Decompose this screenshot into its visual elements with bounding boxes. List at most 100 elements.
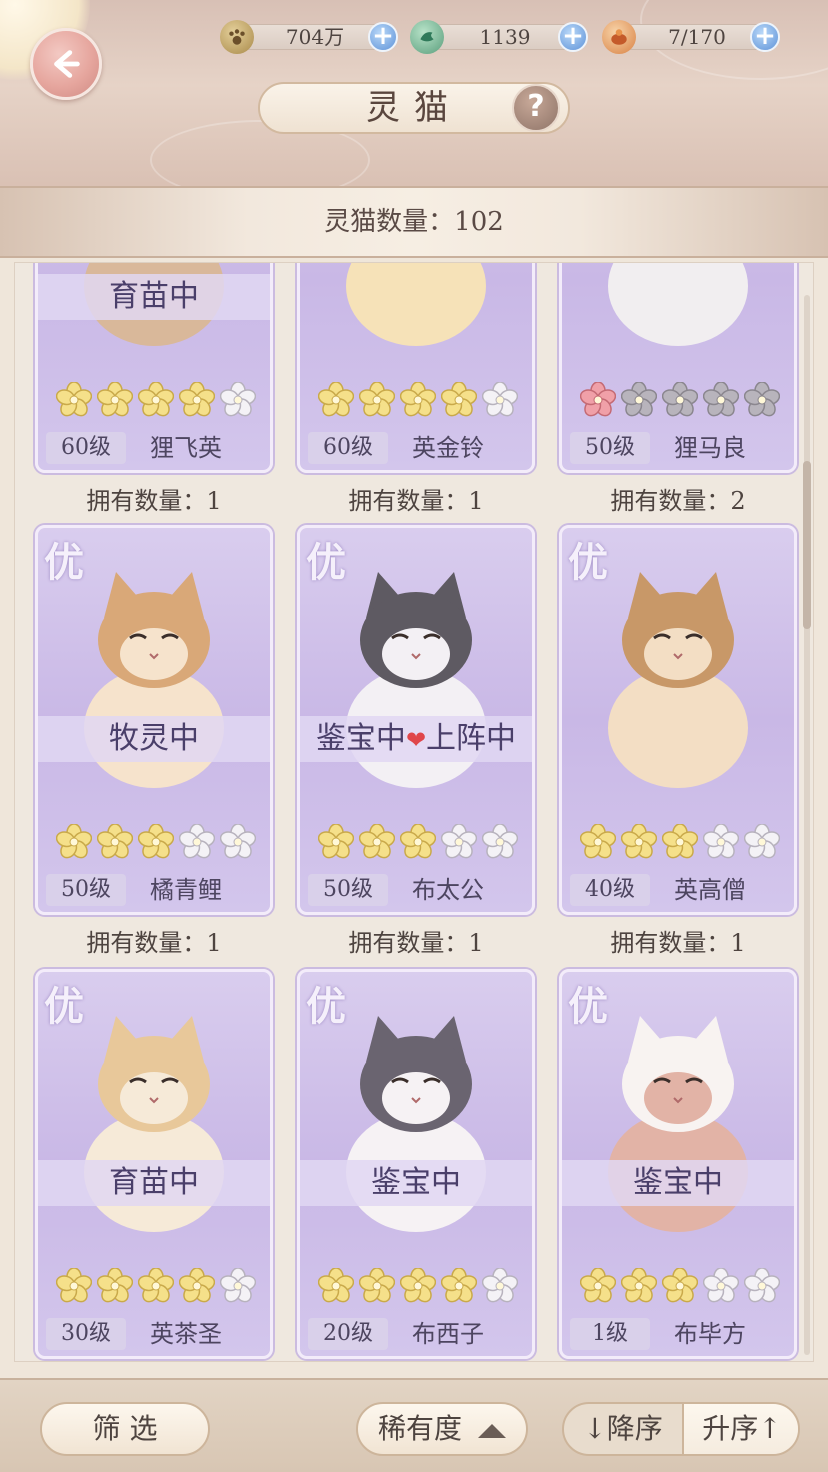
- resource-value: 7/170: [668, 25, 726, 49]
- scrollbar-thumb[interactable]: [803, 461, 811, 629]
- star-icon: [399, 823, 437, 860]
- sort-desc-button[interactable]: ↓降序: [564, 1404, 682, 1454]
- owned-count: 拥有数量：1: [86, 487, 222, 515]
- star-rating: [317, 1267, 519, 1308]
- level-label: 50级: [308, 874, 388, 906]
- owned-count: 拥有数量：2: [610, 487, 746, 515]
- cat-name: 狸马良: [674, 434, 746, 462]
- cat-card[interactable]: 60级 英金铃: [297, 263, 535, 473]
- help-button[interactable]: ?: [512, 84, 560, 132]
- cat-portrait: [592, 263, 764, 346]
- star-rating: [55, 381, 257, 422]
- star-icon: [661, 381, 699, 418]
- back-button[interactable]: [30, 28, 102, 100]
- owned-count: 拥有数量：1: [348, 487, 484, 515]
- scrollbar[interactable]: [800, 295, 814, 1355]
- status-banner: 鉴宝中❤上阵中: [300, 716, 532, 762]
- star-icon: [317, 1267, 355, 1304]
- grade-badge: 优: [306, 983, 346, 1030]
- level-label: 1级: [570, 1318, 650, 1350]
- cat-card[interactable]: 优鉴宝中 1级 布毕方: [559, 969, 797, 1359]
- cat-count-label: 灵猫数量：102: [324, 207, 504, 237]
- cat-name: 橘青鲤: [150, 876, 222, 904]
- filter-label: 筛 选: [92, 1412, 158, 1445]
- level-name-row: 50级 布太公: [308, 874, 526, 908]
- header: 704万 + 1139 + 7/170 + 灵猫 ?: [0, 0, 828, 190]
- back-arrow-icon: [54, 50, 80, 78]
- star-icon: [137, 1267, 175, 1304]
- cat-portrait: [330, 263, 502, 346]
- star-icon: [440, 1267, 478, 1304]
- level-label: 50级: [570, 432, 650, 464]
- owned-count: 拥有数量：1: [348, 929, 484, 957]
- star-rating: [579, 823, 781, 864]
- cat-card[interactable]: 优鉴宝中❤上阵中 50级 布太公: [297, 525, 535, 915]
- level-label: 50级: [46, 874, 126, 906]
- level-name-row: 50级 橘青鲤: [46, 874, 264, 908]
- cat-name: 布西子: [412, 1320, 484, 1348]
- add-jade-button[interactable]: +: [558, 22, 588, 52]
- star-rating: [579, 381, 781, 422]
- star-icon: [219, 1267, 257, 1304]
- filter-button[interactable]: 筛 选: [40, 1402, 210, 1456]
- rarity-label: 稀有度: [377, 1412, 462, 1445]
- owned-count: 拥有数量：1: [610, 929, 746, 957]
- add-coins-button[interactable]: +: [368, 22, 398, 52]
- star-icon: [317, 381, 355, 418]
- star-icon: [620, 381, 658, 418]
- star-icon: [219, 381, 257, 418]
- star-icon: [743, 381, 781, 418]
- star-icon: [702, 1267, 740, 1304]
- level-name-row: 20级 布西子: [308, 1318, 526, 1352]
- cat-name: 狸飞英: [150, 434, 222, 462]
- resource-coins: 704万 +: [220, 20, 398, 54]
- cat-name: 布毕方: [674, 1320, 746, 1348]
- grade-badge: 优: [44, 983, 84, 1030]
- level-label: 30级: [46, 1318, 126, 1350]
- status-banner: 鉴宝中: [300, 1160, 532, 1206]
- star-icon: [399, 1267, 437, 1304]
- cat-card[interactable]: 优牧灵中 50级 橘青鲤: [35, 525, 273, 915]
- level-label: 60级: [308, 432, 388, 464]
- star-icon: [137, 381, 175, 418]
- cat-card[interactable]: 育苗中 60级 狸飞英: [35, 263, 273, 473]
- star-icon: [399, 381, 437, 418]
- star-icon: [702, 823, 740, 860]
- status-banner: 牧灵中: [38, 716, 270, 762]
- star-icon: [358, 381, 396, 418]
- scrollbar-track: [804, 295, 810, 1355]
- status-banner: 育苗中: [38, 1160, 270, 1206]
- resource-treat: 7/170 +: [602, 20, 780, 54]
- star-icon: [96, 1267, 134, 1304]
- cat-name: 英金铃: [412, 434, 484, 462]
- star-icon: [178, 381, 216, 418]
- star-icon: [661, 823, 699, 860]
- cat-grid[interactable]: 育苗中 60级 狸飞英 拥有数量：1 60级 英金铃 拥有数量：1 50级 狸马良 拥有数量：2 优…: [14, 262, 814, 1362]
- cat-card[interactable]: 50级 狸马良: [559, 263, 797, 473]
- sort-asc-button[interactable]: 升序↑: [682, 1404, 798, 1454]
- star-icon: [55, 823, 93, 860]
- grade-badge: 优: [44, 539, 84, 586]
- cat-card[interactable]: 优鉴宝中 20级 布西子: [297, 969, 535, 1359]
- grade-badge: 优: [568, 539, 608, 586]
- star-rating: [579, 1267, 781, 1308]
- cat-card[interactable]: 优 40级 英高僧: [559, 525, 797, 915]
- level-name-row: 50级 狸马良: [570, 432, 788, 466]
- status-banner: 鉴宝中: [562, 1160, 794, 1206]
- cat-card[interactable]: 优育苗中 30级 英茶圣: [35, 969, 273, 1359]
- star-icon: [358, 1267, 396, 1304]
- resource-value: 1139: [479, 25, 531, 49]
- add-treat-button[interactable]: +: [750, 22, 780, 52]
- grade-badge: 优: [568, 983, 608, 1030]
- level-label: 40级: [570, 874, 650, 906]
- owned-count: 拥有数量：1: [86, 929, 222, 957]
- star-icon: [702, 381, 740, 418]
- cat-portrait: [592, 558, 764, 788]
- star-icon: [620, 823, 658, 860]
- star-icon: [55, 1267, 93, 1304]
- star-icon: [137, 823, 175, 860]
- star-icon: [317, 823, 355, 860]
- heart-icon: ❤: [405, 726, 427, 754]
- cat-name: 布太公: [412, 876, 484, 904]
- rarity-sort-dropdown[interactable]: 稀有度: [356, 1402, 528, 1456]
